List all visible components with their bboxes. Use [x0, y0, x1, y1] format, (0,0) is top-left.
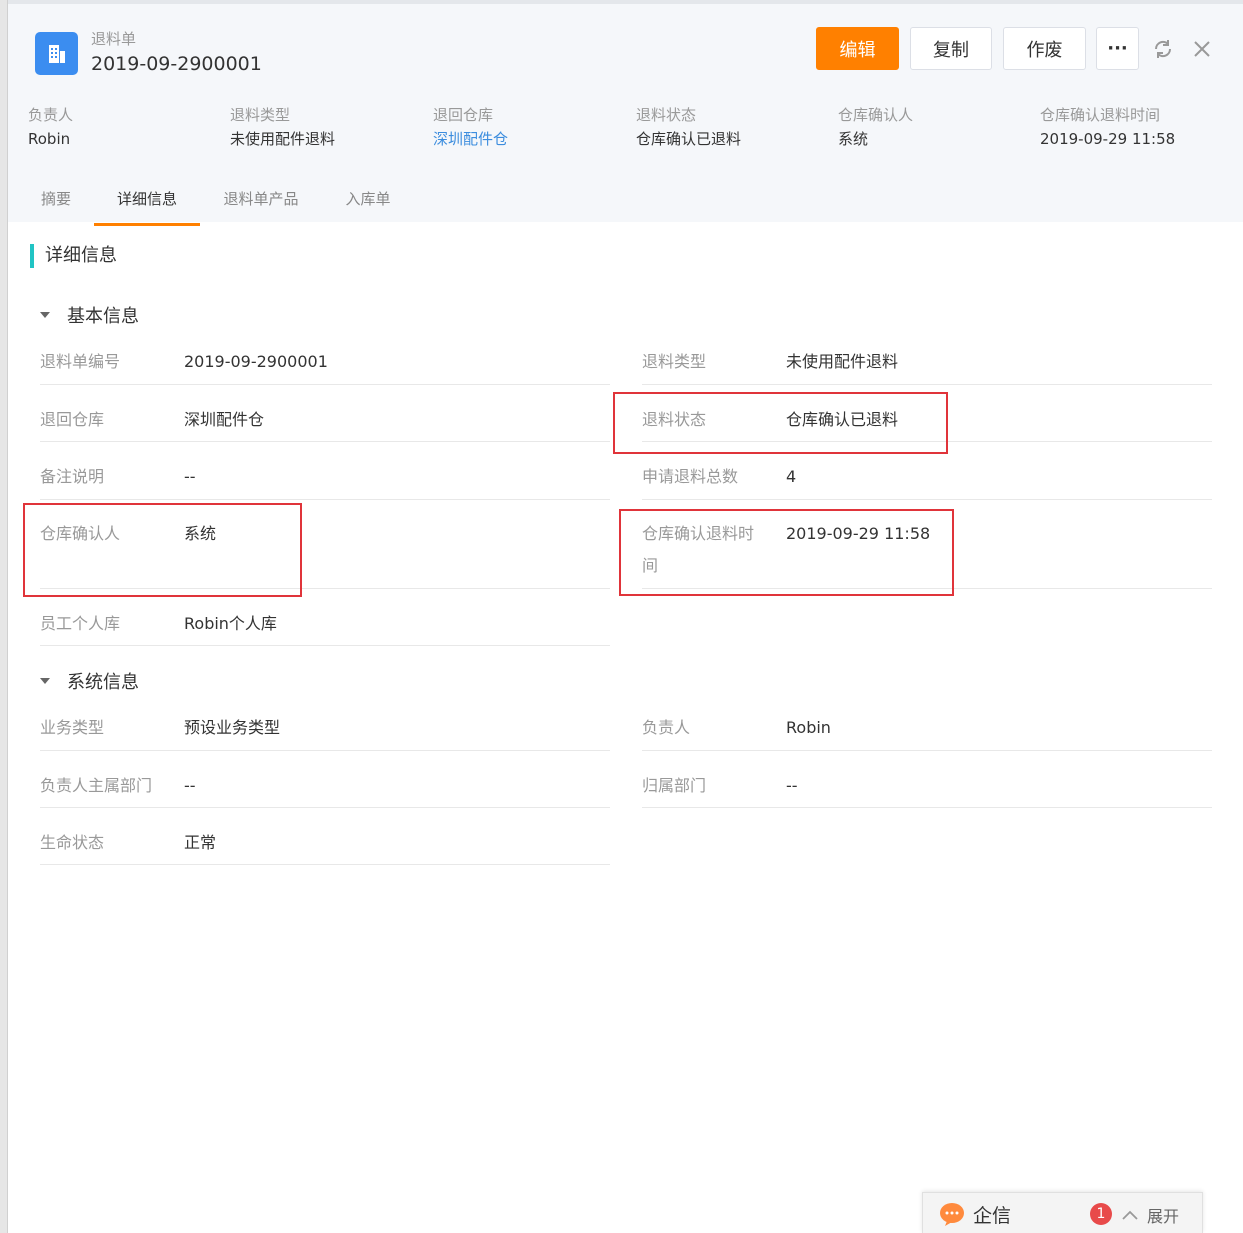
caret-down-icon [40, 678, 50, 684]
edit-button[interactable]: 编辑 [816, 27, 899, 70]
highlight-box-confirmer [23, 503, 302, 597]
summary-confirmer: 仓库确认人 系统 [838, 106, 914, 148]
field-owner-department: 负责人主属部门 -- [40, 770, 610, 808]
field-business-type: 业务类型 预设业务类型 [40, 712, 610, 751]
tab-return-products[interactable]: 退料单产品 [211, 176, 311, 226]
refresh-icon[interactable] [1149, 35, 1177, 63]
caret-down-icon [40, 312, 50, 318]
personal-store-link[interactable]: Robin个人库 [184, 608, 277, 640]
copy-button[interactable]: 复制 [910, 27, 992, 70]
summary-confirm-time: 仓库确认退料时间 2019-09-29 11:58 [1040, 106, 1176, 148]
qixin-chat-widget[interactable]: 企信 1 展开 [922, 1192, 1203, 1233]
highlight-box-status [613, 392, 948, 454]
detail-panel: 退料单 2019-09-2900001 编辑 复制 作废 ··· 负责人 Rob… [8, 0, 1243, 1233]
field-return-no: 退料单编号 2019-09-2900001 [40, 346, 610, 385]
group-basic-info[interactable]: 基本信息 [40, 303, 139, 327]
summary-return-type: 退料类型 未使用配件退料 [230, 106, 336, 148]
more-button[interactable]: ··· [1096, 27, 1139, 70]
close-icon[interactable] [1188, 35, 1216, 63]
return-warehouse-link[interactable]: 深圳配件仓 [184, 404, 264, 436]
section-title: 详细信息 [30, 244, 117, 268]
field-remark: 备注说明 -- [40, 461, 610, 500]
field-life-status: 生命状态 正常 [40, 827, 610, 865]
field-personal-store: 员工个人库 Robin个人库 [40, 608, 610, 646]
summary-return-warehouse: 退回仓库 深圳配件仓 [433, 104, 633, 150]
field-return-type: 退料类型 未使用配件退料 [642, 346, 1212, 385]
highlight-box-confirm-time [619, 509, 954, 596]
field-return-warehouse: 退回仓库 深圳配件仓 [40, 404, 610, 442]
tab-inbound-orders[interactable]: 入库单 [334, 176, 402, 226]
background-page-strip [0, 0, 8, 1233]
object-type-label: 退料单 [91, 30, 137, 48]
summary-return-status: 退料状态 仓库确认已退料 [636, 106, 742, 148]
field-department: 归属部门 -- [642, 770, 1212, 808]
void-button[interactable]: 作废 [1003, 27, 1086, 70]
chevron-up-icon [1122, 1210, 1138, 1220]
warehouse-link[interactable]: 深圳配件仓 [433, 128, 633, 150]
expand-button[interactable]: 展开 [1121, 1203, 1179, 1227]
field-total-quantity: 申请退料总数 4 [642, 461, 1212, 500]
unread-badge: 1 [1090, 1203, 1112, 1225]
field-owner: 负责人 Robin [642, 712, 1212, 751]
tab-bar: 摘要 详细信息 退料单产品 入库单 [8, 176, 1243, 226]
tab-details[interactable]: 详细信息 [94, 176, 200, 226]
chat-bubble-icon [939, 1201, 965, 1231]
group-system-info[interactable]: 系统信息 [40, 669, 139, 693]
record-number-title: 2019-09-2900001 [91, 53, 262, 75]
summary-owner: 负责人 Robin [28, 106, 74, 148]
tab-summary[interactable]: 摘要 [28, 176, 84, 226]
qixin-label: 企信 [973, 1205, 1012, 1227]
building-icon [35, 32, 78, 75]
detail-header: 退料单 2019-09-2900001 编辑 复制 作废 ··· 负责人 Rob… [8, 0, 1243, 226]
